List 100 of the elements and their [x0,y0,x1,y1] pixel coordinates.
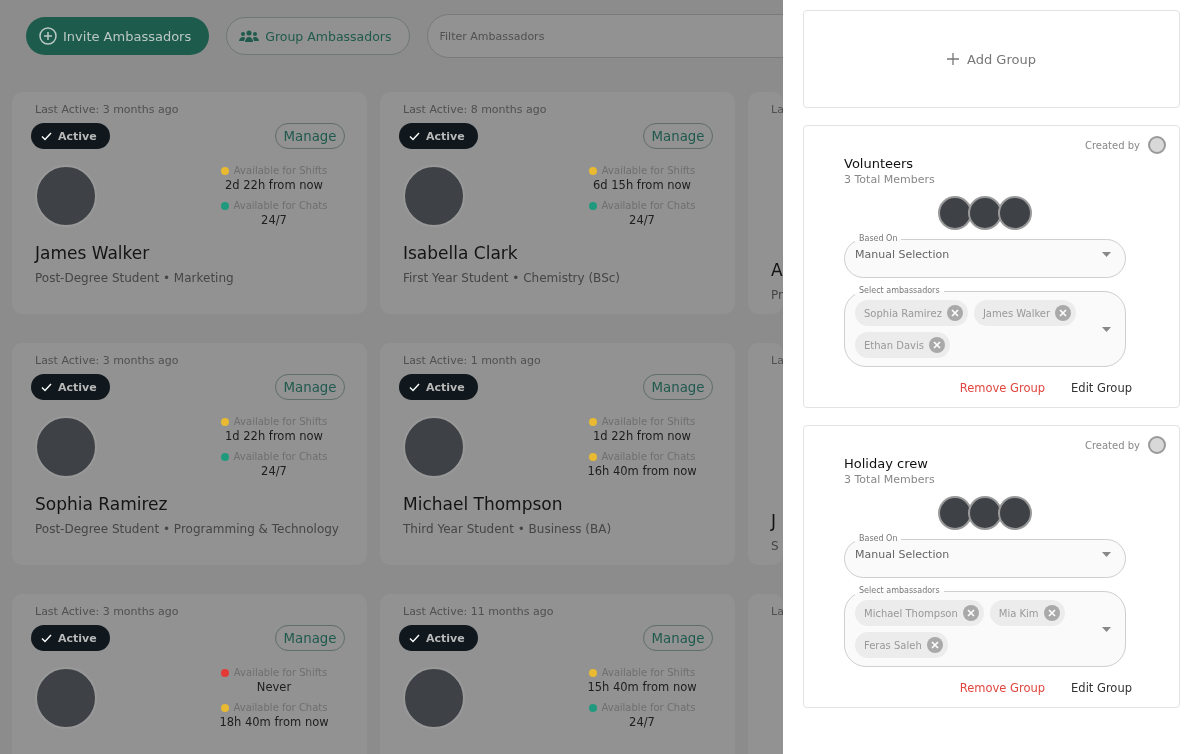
manage-button[interactable]: Manage [275,123,345,149]
ambassador-chip[interactable]: Sophia Ramirez [855,300,968,326]
created-by-label: Created by [1084,139,1140,151]
remove-icon[interactable] [1055,305,1072,321]
member-avatar [998,496,1032,530]
dropdown-caret-icon [1102,326,1111,332]
member-avatar [938,496,972,530]
last-active-text: Last Active: 3 months ago [35,354,180,367]
group-ambassadors-button[interactable]: Group Ambassadors [226,17,410,55]
invite-ambassadors-button[interactable]: Invite Ambassadors [26,17,210,55]
availability-time: 1d 22h from now [593,429,691,443]
availability-time: 24/7 [261,213,287,227]
plus-circle-icon [39,27,57,45]
manage-button[interactable]: Manage [643,625,713,651]
check-icon [409,633,420,643]
based-on-select[interactable]: Based On Manual Selection [844,534,1126,578]
ambassador-chip[interactable]: Feras Saleh [855,632,948,658]
ambassador-chip[interactable]: Ethan Davis [855,332,950,358]
remove-icon[interactable] [1043,605,1060,621]
active-badge: Active [399,123,478,149]
ambassadors-select[interactable]: Select ambassadors Sophia Ramirez James Walker Ethan Davis [844,286,1126,367]
availability-time: 16h 40m from now [587,464,697,478]
plus-icon [947,53,960,65]
active-badge: Active [399,625,478,651]
edit-group-button[interactable]: Edit Group [1071,681,1132,695]
edit-group-button[interactable]: Edit Group [1071,381,1132,395]
dropdown-caret-icon [1102,252,1111,257]
add-group-button[interactable]: Add Group [803,10,1180,108]
field-label: Select ambassadors [858,586,941,596]
availability-time: 2d 22h from now [225,178,323,192]
availability-time: 24/7 [629,715,655,729]
member-count: 3 Total Members [844,473,936,486]
check-icon [409,382,420,392]
manage-button[interactable]: Manage [275,374,345,400]
check-icon [41,131,52,141]
ambassador-chip[interactable]: James Walker [973,300,1077,326]
ambassador-chip[interactable]: Mia Kim [989,600,1065,626]
created-by-label: Created by [1084,439,1140,451]
member-avatar [968,196,1002,230]
last-active-text: Last Active: 1 month ago [403,354,542,367]
ambassador-program: Post-Degree Student • Marketing [35,271,234,285]
ambassador-name: James Walker [35,243,150,263]
people-icon [239,29,260,43]
remove-icon[interactable] [926,637,943,653]
last-active-text: Last Active: 3 months ago [35,103,180,116]
creator-avatar [1148,136,1166,154]
field-label: Based On [858,234,899,244]
availability-time: Never [256,680,292,694]
availability-time: 1d 22h from now [225,429,323,443]
ambassador-program: Post-Degree Student • Programming & Technology [35,522,339,536]
active-badge: Active [399,374,478,400]
remove-icon[interactable] [946,305,963,321]
member-avatar [968,496,1002,530]
check-icon [41,633,52,643]
remove-group-button[interactable]: Remove Group [959,381,1046,395]
ambassador-name: Sophia Ramirez [35,494,168,514]
member-avatar [998,196,1032,230]
field-label: Based On [858,534,899,544]
availability-time: 18h 40m from now [219,715,329,729]
last-active-text: Last Active: 11 months ago [403,605,555,618]
check-icon [409,131,420,141]
creator-avatar [1148,436,1166,454]
ambassador-name: A [771,260,783,280]
remove-icon[interactable] [928,337,945,353]
ambassador-name: Isabella Clark [403,243,518,263]
active-badge: Active [31,625,110,651]
ambassador-name: J [771,511,776,531]
manage-button[interactable]: Manage [643,374,713,400]
dropdown-caret-icon [1102,626,1111,632]
select-value: Manual Selection [855,248,950,261]
remove-icon[interactable] [962,605,979,621]
member-count: 3 Total Members [844,173,936,186]
availability-time: 15h 40m from now [587,680,697,694]
ambassador-chip[interactable]: Michael Thompson [855,600,984,626]
group-title: Holiday crew [844,456,929,471]
select-value: Manual Selection [855,548,950,561]
ambassador-program: S [771,539,779,553]
availability-time: 24/7 [261,464,287,478]
active-badge: Active [31,374,110,400]
manage-button[interactable]: Manage [275,625,345,651]
dropdown-caret-icon [1102,552,1111,557]
last-active-text: La [771,354,783,367]
manage-button[interactable]: Manage [643,123,713,149]
filter-field[interactable]: Filter Ambassadors [426,14,783,58]
remove-group-button[interactable]: Remove Group [959,681,1046,695]
last-active-text: Last Active: 3 months ago [35,605,180,618]
field-label: Select ambassadors [858,286,941,296]
ambassador-program: First Year Student • Chemistry (BSc) [403,271,621,285]
active-badge: Active [31,123,110,149]
check-icon [41,382,52,392]
ambassadors-select[interactable]: Select ambassadors Michael Thompson Mia Kim Feras Saleh [844,586,1126,667]
ambassador-program: Pr [771,288,783,302]
last-active-text: La [771,605,783,618]
last-active-text: Last Active: 8 months ago [403,103,548,116]
availability-time: 6d 15h from now [593,178,691,192]
member-avatar [938,196,972,230]
ambassador-name: Michael Thompson [403,494,563,514]
last-active-text: La [771,103,783,116]
availability-time: 24/7 [629,213,655,227]
based-on-select[interactable]: Based On Manual Selection [844,234,1126,278]
